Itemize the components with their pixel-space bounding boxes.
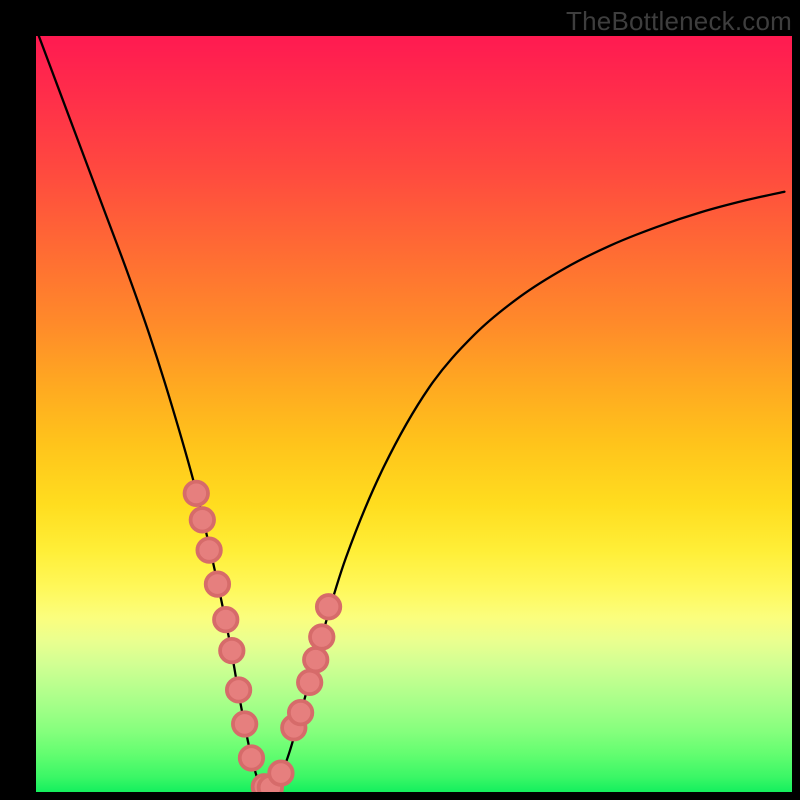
chart-svg: [36, 36, 792, 792]
plot-area: [36, 36, 792, 792]
data-marker: [240, 746, 263, 769]
data-marker: [233, 712, 256, 735]
data-marker: [191, 508, 214, 531]
data-marker: [214, 608, 237, 631]
data-marker: [317, 595, 340, 618]
data-marker: [206, 572, 229, 595]
data-marker: [304, 648, 327, 671]
marker-group: [185, 482, 341, 792]
data-marker: [185, 482, 208, 505]
bottleneck-curve: [36, 36, 784, 789]
data-marker: [220, 639, 243, 662]
data-marker: [298, 671, 321, 694]
data-marker: [269, 761, 292, 784]
data-marker: [227, 678, 250, 701]
data-marker: [197, 538, 220, 561]
data-marker: [310, 625, 333, 648]
watermark-text: TheBottleneck.com: [566, 6, 792, 37]
data-marker: [289, 701, 312, 724]
